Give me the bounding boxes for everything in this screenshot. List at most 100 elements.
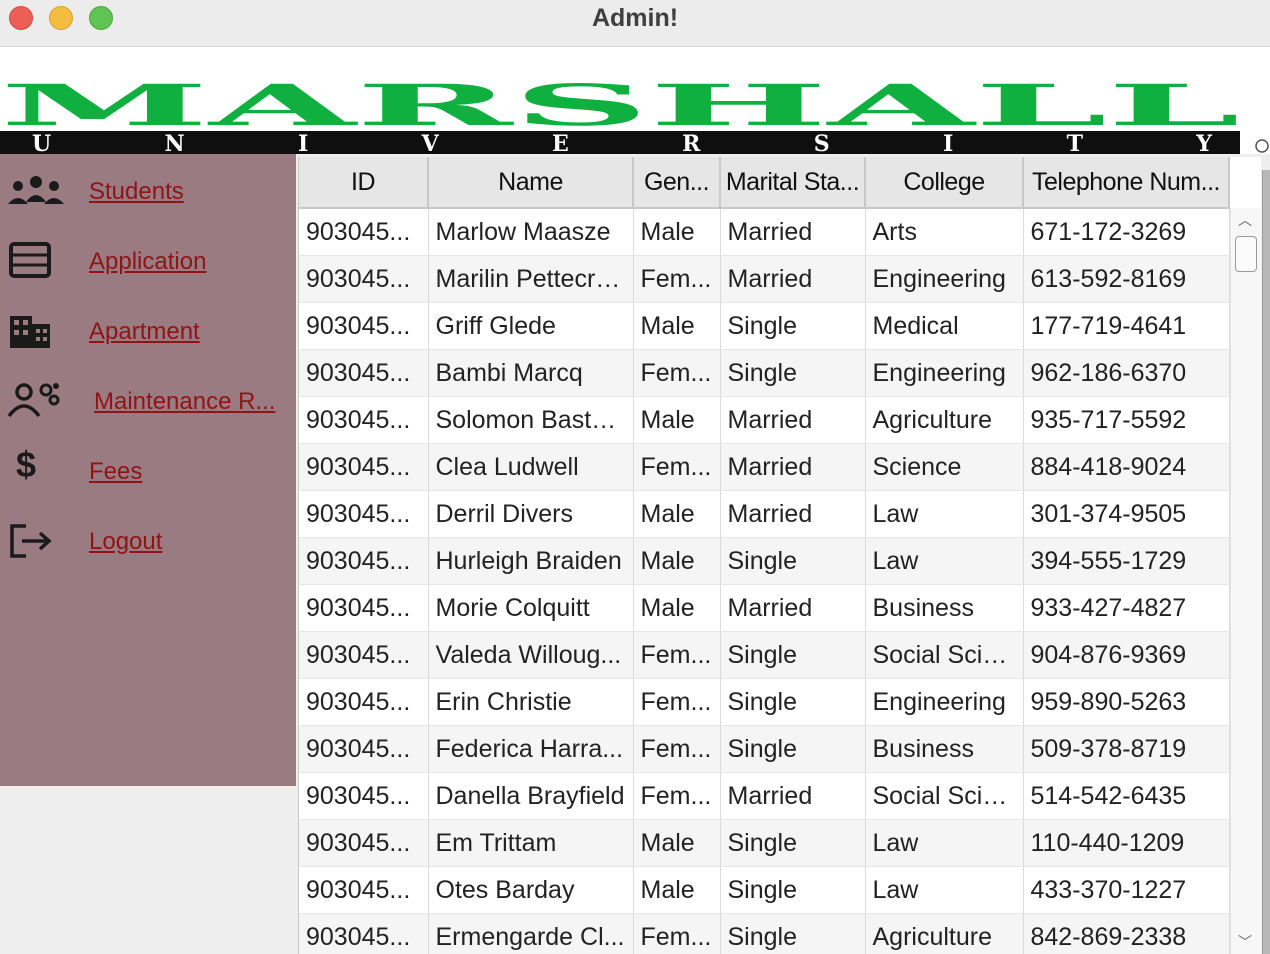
table-row[interactable]: 903045... Marilin Pettecrew Fem... Married E… bbox=[299, 255, 1230, 303]
table-row[interactable]: 903045... Hurleigh Braiden Male Single Law 39… bbox=[299, 537, 1230, 585]
cell-id[interactable]: 903045... bbox=[299, 913, 429, 954]
cell-marital-status[interactable]: Married bbox=[720, 208, 866, 256]
cell-college[interactable]: Business bbox=[865, 725, 1024, 773]
cell-marital-status[interactable]: Single bbox=[720, 819, 866, 867]
scroll-down-arrow-icon[interactable]: ﹀ bbox=[1238, 932, 1252, 952]
sidebar-item-label[interactable]: Application bbox=[89, 248, 206, 276]
cell-marital-status[interactable]: Single bbox=[720, 725, 866, 773]
sidebar-item-label[interactable]: Students bbox=[89, 178, 184, 206]
cell-marital-status[interactable]: Single bbox=[720, 302, 866, 350]
cell-telephone[interactable]: 613-592-8169 bbox=[1023, 255, 1230, 303]
cell-marital-status[interactable]: Single bbox=[720, 537, 866, 585]
column-header-college[interactable]: College bbox=[865, 157, 1024, 209]
cell-id[interactable]: 903045... bbox=[299, 490, 429, 538]
column-header-telephone[interactable]: Telephone Num... bbox=[1023, 157, 1230, 209]
cell-gender[interactable]: Fem... bbox=[633, 631, 721, 679]
cell-marital-status[interactable]: Married bbox=[720, 443, 866, 491]
cell-gender[interactable]: Fem... bbox=[633, 255, 721, 303]
cell-telephone[interactable]: 394-555-1729 bbox=[1023, 537, 1230, 585]
table-row[interactable]: 903045... Ermengarde Cl... Fem... Single Agr… bbox=[299, 913, 1230, 954]
column-header-id[interactable]: ID bbox=[299, 157, 429, 209]
cell-id[interactable]: 903045... bbox=[299, 302, 429, 350]
cell-college[interactable]: Social Scie... bbox=[865, 631, 1024, 679]
sidebar-item-logout[interactable]: Logout bbox=[0, 510, 296, 570]
cell-id[interactable]: 903045... bbox=[299, 584, 429, 632]
cell-gender[interactable]: Fem... bbox=[633, 349, 721, 397]
cell-gender[interactable]: Fem... bbox=[633, 443, 721, 491]
column-header-gender[interactable]: Gen... bbox=[633, 157, 721, 209]
table-row[interactable]: 903045... Erin Christie Fem... Single Engine… bbox=[299, 678, 1230, 726]
cell-marital-status[interactable]: Married bbox=[720, 772, 866, 820]
cell-id[interactable]: 903045... bbox=[299, 349, 429, 397]
cell-gender[interactable]: Fem... bbox=[633, 725, 721, 773]
cell-id[interactable]: 903045... bbox=[299, 255, 429, 303]
cell-id[interactable]: 903045... bbox=[299, 443, 429, 491]
sidebar-item-label[interactable]: Apartment bbox=[89, 318, 200, 346]
scroll-up-arrow-icon[interactable]: ︿ bbox=[1238, 210, 1252, 230]
cell-marital-status[interactable]: Single bbox=[720, 866, 866, 914]
table-row[interactable]: 903045... Otes Barday Male Single Law 433-370… bbox=[299, 866, 1230, 914]
table-vertical-scrollbar[interactable]: ︿ ﹀ bbox=[1230, 208, 1261, 954]
cell-college[interactable]: Business bbox=[865, 584, 1024, 632]
cell-college[interactable]: Law bbox=[865, 866, 1024, 914]
cell-college[interactable]: Agriculture bbox=[865, 396, 1024, 444]
cell-gender[interactable]: Fem... bbox=[633, 913, 721, 954]
cell-gender[interactable]: Male bbox=[633, 396, 721, 444]
table-row[interactable]: 903045... Morie Colquitt Male Married Busine… bbox=[299, 584, 1230, 632]
cell-marital-status[interactable]: Single bbox=[720, 631, 866, 679]
table-row[interactable]: 903045... Solomon Bastone Male Married Agric… bbox=[299, 396, 1230, 444]
cell-college[interactable]: Agriculture bbox=[865, 913, 1024, 954]
cell-gender[interactable]: Male bbox=[633, 208, 721, 256]
cell-name[interactable]: Morie Colquitt bbox=[428, 584, 634, 632]
cell-telephone[interactable]: 671-172-3269 bbox=[1023, 208, 1230, 256]
cell-gender[interactable]: Male bbox=[633, 537, 721, 585]
cell-college[interactable]: Law bbox=[865, 490, 1024, 538]
cell-gender[interactable]: Male bbox=[633, 302, 721, 350]
cell-name[interactable]: Clea Ludwell bbox=[428, 443, 634, 491]
sidebar-item-maintenance[interactable]: Maintenance R... bbox=[0, 370, 296, 430]
cell-telephone[interactable]: 904-876-9369 bbox=[1023, 631, 1230, 679]
cell-name[interactable]: Em Trittam bbox=[428, 819, 634, 867]
cell-gender[interactable]: Male bbox=[633, 866, 721, 914]
cell-college[interactable]: Science bbox=[865, 443, 1024, 491]
sidebar-item-students[interactable]: Students bbox=[0, 160, 296, 220]
cell-name[interactable]: Danella Brayfield bbox=[428, 772, 634, 820]
table-row[interactable]: 903045... Marlow Maasze Male Married Arts 671… bbox=[299, 208, 1230, 256]
cell-name[interactable]: Solomon Bastone bbox=[428, 396, 634, 444]
sidebar-item-application[interactable]: Application bbox=[0, 230, 296, 290]
cell-college[interactable]: Engineering bbox=[865, 349, 1024, 397]
sidebar-item-label[interactable]: Logout bbox=[89, 528, 162, 556]
cell-college[interactable]: Arts bbox=[865, 208, 1024, 256]
cell-telephone[interactable]: 959-890-5263 bbox=[1023, 678, 1230, 726]
cell-marital-status[interactable]: Single bbox=[720, 913, 866, 954]
cell-telephone[interactable]: 301-374-9505 bbox=[1023, 490, 1230, 538]
cell-id[interactable]: 903045... bbox=[299, 725, 429, 773]
cell-name[interactable]: Hurleigh Braiden bbox=[428, 537, 634, 585]
cell-id[interactable]: 903045... bbox=[299, 772, 429, 820]
cell-id[interactable]: 903045... bbox=[299, 396, 429, 444]
cell-id[interactable]: 903045... bbox=[299, 678, 429, 726]
cell-telephone[interactable]: 177-719-4641 bbox=[1023, 302, 1230, 350]
cell-id[interactable]: 903045... bbox=[299, 537, 429, 585]
cell-marital-status[interactable]: Single bbox=[720, 678, 866, 726]
cell-name[interactable]: Ermengarde Cl... bbox=[428, 913, 634, 954]
table-row[interactable]: 903045... Valeda Willoug... Fem... Single So… bbox=[299, 631, 1230, 679]
cell-telephone[interactable]: 935-717-5592 bbox=[1023, 396, 1230, 444]
cell-name[interactable]: Federica Harra... bbox=[428, 725, 634, 773]
table-row[interactable]: 903045... Bambi Marcq Fem... Single Engineer… bbox=[299, 349, 1230, 397]
cell-telephone[interactable]: 842-869-2338 bbox=[1023, 913, 1230, 954]
column-header-marital-status[interactable]: Marital Sta... bbox=[720, 157, 866, 209]
cell-college[interactable]: Law bbox=[865, 537, 1024, 585]
sidebar-item-label[interactable]: Fees bbox=[89, 458, 142, 486]
cell-name[interactable]: Marlow Maasze bbox=[428, 208, 634, 256]
table-row[interactable]: 903045... Clea Ludwell Fem... Married Scienc… bbox=[299, 443, 1230, 491]
cell-telephone[interactable]: 509-378-8719 bbox=[1023, 725, 1230, 773]
sidebar-item-apartment[interactable]: Apartment bbox=[0, 300, 296, 360]
table-row[interactable]: 903045... Derril Divers Male Married Law 301-… bbox=[299, 490, 1230, 538]
cell-college[interactable]: Social Scie... bbox=[865, 772, 1024, 820]
cell-name[interactable]: Griff Glede bbox=[428, 302, 634, 350]
cell-gender[interactable]: Male bbox=[633, 819, 721, 867]
cell-college[interactable]: Medical bbox=[865, 302, 1024, 350]
cell-id[interactable]: 903045... bbox=[299, 819, 429, 867]
cell-gender[interactable]: Fem... bbox=[633, 678, 721, 726]
